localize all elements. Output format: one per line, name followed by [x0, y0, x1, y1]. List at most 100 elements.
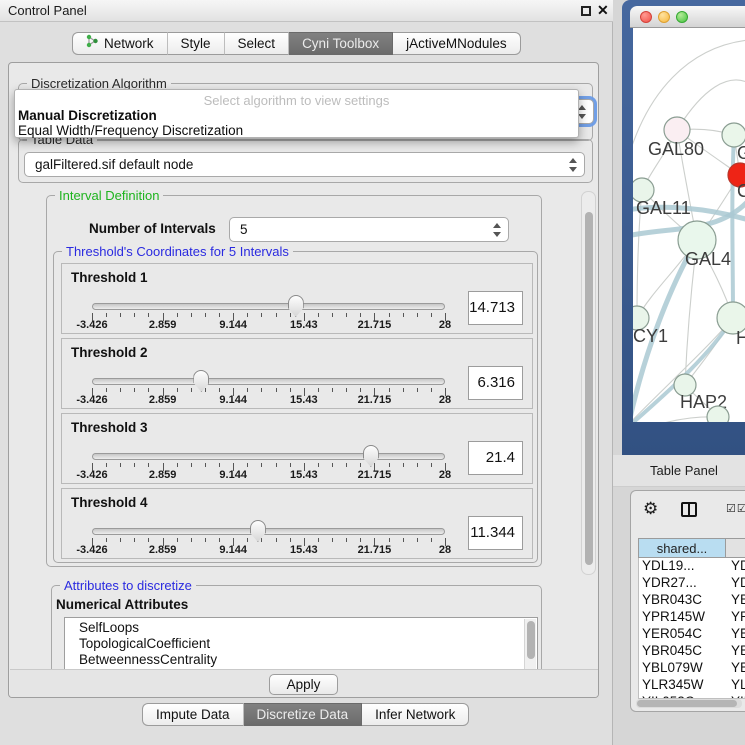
cyni-bottom-tabs: Impute Data Discretize DataInfer Network	[142, 703, 469, 726]
slider-track[interactable]	[92, 453, 445, 460]
close-traffic-light-icon[interactable]	[640, 11, 652, 23]
threshold-row-3: Threshold 3-3.4262.8599.14415.4321.71528…	[61, 413, 533, 484]
bottom-tab-impute-data[interactable]: Impute Data	[142, 703, 244, 726]
bottom-tab-infer-network[interactable]: Infer Network	[362, 703, 469, 726]
close-icon[interactable]: ✕	[597, 2, 609, 19]
table-row[interactable]: YDR27...YDR2	[639, 575, 745, 592]
slider-tick	[276, 538, 277, 542]
threshold-value-field[interactable]: 21.4	[468, 441, 523, 475]
minimize-traffic-light-icon[interactable]	[658, 11, 670, 23]
slider-tick-label: 28	[439, 319, 451, 331]
network-node[interactable]	[707, 406, 729, 422]
table-row[interactable]: YPR145WYPR1	[639, 609, 745, 626]
settings-gear-icon[interactable]: ⚙	[643, 499, 658, 519]
table-row[interactable]: YDL19...YDL1	[639, 558, 745, 575]
table-cell: YDR27...	[639, 575, 727, 592]
select-columns-icon[interactable]: ☑☑	[726, 502, 745, 515]
tab-select[interactable]: Select	[225, 32, 290, 55]
slider-tick	[205, 463, 206, 467]
table-cell: YER054C	[639, 626, 727, 643]
slider-tick	[261, 538, 262, 542]
table-scrollbar-thumb[interactable]	[637, 700, 737, 707]
slider-thumb[interactable]	[193, 370, 209, 392]
slider-tick	[120, 463, 121, 467]
slider-tick-label: 28	[439, 544, 451, 556]
tab-network[interactable]: Network	[72, 32, 168, 55]
table-cell: YER0	[727, 626, 745, 643]
table-body: YDL19...YDL1YDR27...YDR2YBR043CYBR0YPR14…	[638, 558, 745, 699]
slider-tick	[191, 313, 192, 317]
popup-item-manual-discretization[interactable]: Manual Discretization	[15, 108, 578, 123]
zoom-traffic-light-icon[interactable]	[676, 11, 688, 23]
popup-item-equal-width-frequency[interactable]: Equal Width/Frequency Discretization	[15, 123, 578, 138]
table-cell: YLR345W	[639, 677, 727, 694]
threshold-label: Threshold 4	[71, 495, 148, 510]
table-row[interactable]: YLR345WYLR3	[639, 677, 745, 694]
apply-strip: Apply	[10, 669, 598, 698]
attribute-item-topologicalcoefficient[interactable]: TopologicalCoefficient	[65, 636, 537, 652]
table-panel: ⚙ ☑☑ shared...na YDL19...YDL1YDR27...YDR…	[630, 490, 745, 712]
float-window-icon[interactable]	[581, 6, 591, 16]
slider-track[interactable]	[92, 303, 445, 310]
control-panel-titlebar: Control Panel ✕	[0, 0, 613, 22]
apply-button[interactable]: Apply	[269, 674, 338, 695]
number-of-intervals-combobox[interactable]: 5	[229, 217, 509, 242]
slider-tick	[191, 388, 192, 392]
tab-cyni-toolbox[interactable]: Cyni Toolbox	[289, 32, 393, 55]
table-row[interactable]: YER054CYER0	[639, 626, 745, 643]
slider-tick-label: 28	[439, 394, 451, 406]
network-edge[interactable]	[633, 417, 718, 422]
tab-jactivemnodules[interactable]: jActiveMNodules	[393, 32, 521, 55]
bottom-tab-discretize-data[interactable]: Discretize Data	[244, 703, 363, 726]
slider-tick-label: 21.715	[358, 544, 392, 556]
slider-tick	[219, 388, 220, 392]
combo-stepper-icon	[568, 156, 578, 174]
threshold-value-field[interactable]: 11.344	[468, 516, 523, 550]
table-row[interactable]: YBR043CYBR0	[639, 592, 745, 609]
slider-tick	[346, 538, 347, 542]
slider-track[interactable]	[92, 378, 445, 385]
threshold-value-field[interactable]: 14.713	[468, 291, 523, 325]
slider-tick	[191, 463, 192, 467]
slider-tick	[431, 313, 432, 317]
table-cell: YDR2	[727, 575, 745, 592]
table-cell: YPR145W	[639, 609, 727, 626]
table-row[interactable]: YBR045CYBR0	[639, 643, 745, 660]
slider-tick	[120, 313, 121, 317]
slider-tick	[431, 388, 432, 392]
panel-scrollbar-thumb[interactable]	[585, 212, 593, 565]
slider-thumb[interactable]	[250, 520, 266, 542]
table-row[interactable]: YBL079WYBL0	[639, 660, 745, 677]
network-canvas[interactable]: GAL80GACGAL11GAL4GCY1HHAP2	[633, 28, 745, 422]
table-data-combobox[interactable]: galFiltered.sif default node	[24, 152, 585, 177]
attribute-item-betweennesscentrality[interactable]: BetweennessCentrality	[65, 652, 537, 668]
slider-tick	[346, 388, 347, 392]
slider-tick	[389, 538, 390, 542]
network-edge[interactable]	[732, 135, 734, 318]
slider-track[interactable]	[92, 528, 445, 535]
bottom-tab-label: Impute Data	[156, 704, 230, 725]
table-panel-title: Table Panel	[650, 463, 718, 478]
table-cell: YDL1	[727, 558, 745, 575]
attribute-item-selfloops[interactable]: SelfLoops	[65, 620, 537, 636]
slider-tick	[389, 463, 390, 467]
slider-thumb[interactable]	[363, 445, 379, 467]
slider-tick	[219, 463, 220, 467]
control-panel-tabs: NetworkStyleSelectCyni ToolboxjActiveMNo…	[72, 32, 521, 55]
threshold-value-field[interactable]: 6.316	[468, 366, 523, 400]
table-column-header-na[interactable]: na	[726, 538, 745, 558]
panel-scrollbar[interactable]	[581, 191, 596, 575]
column-layout-icon[interactable]	[681, 502, 697, 517]
table-column-header-shared-[interactable]: shared...	[638, 538, 726, 558]
network-node-label: GAL80	[648, 139, 704, 159]
slider-tick	[403, 313, 404, 317]
slider-tick	[318, 313, 319, 317]
tab-style[interactable]: Style	[168, 32, 225, 55]
threshold-label: Threshold 2	[71, 345, 148, 360]
attributes-scrollbar-thumb[interactable]	[527, 621, 535, 659]
table-horizontal-scrollbar[interactable]	[636, 699, 742, 708]
node-table: shared...na YDL19...YDL1YDR27...YDR2YBR0…	[638, 538, 745, 699]
slider-tick	[106, 388, 107, 392]
number-of-intervals-value: 5	[240, 222, 248, 237]
slider-tick	[332, 463, 333, 467]
